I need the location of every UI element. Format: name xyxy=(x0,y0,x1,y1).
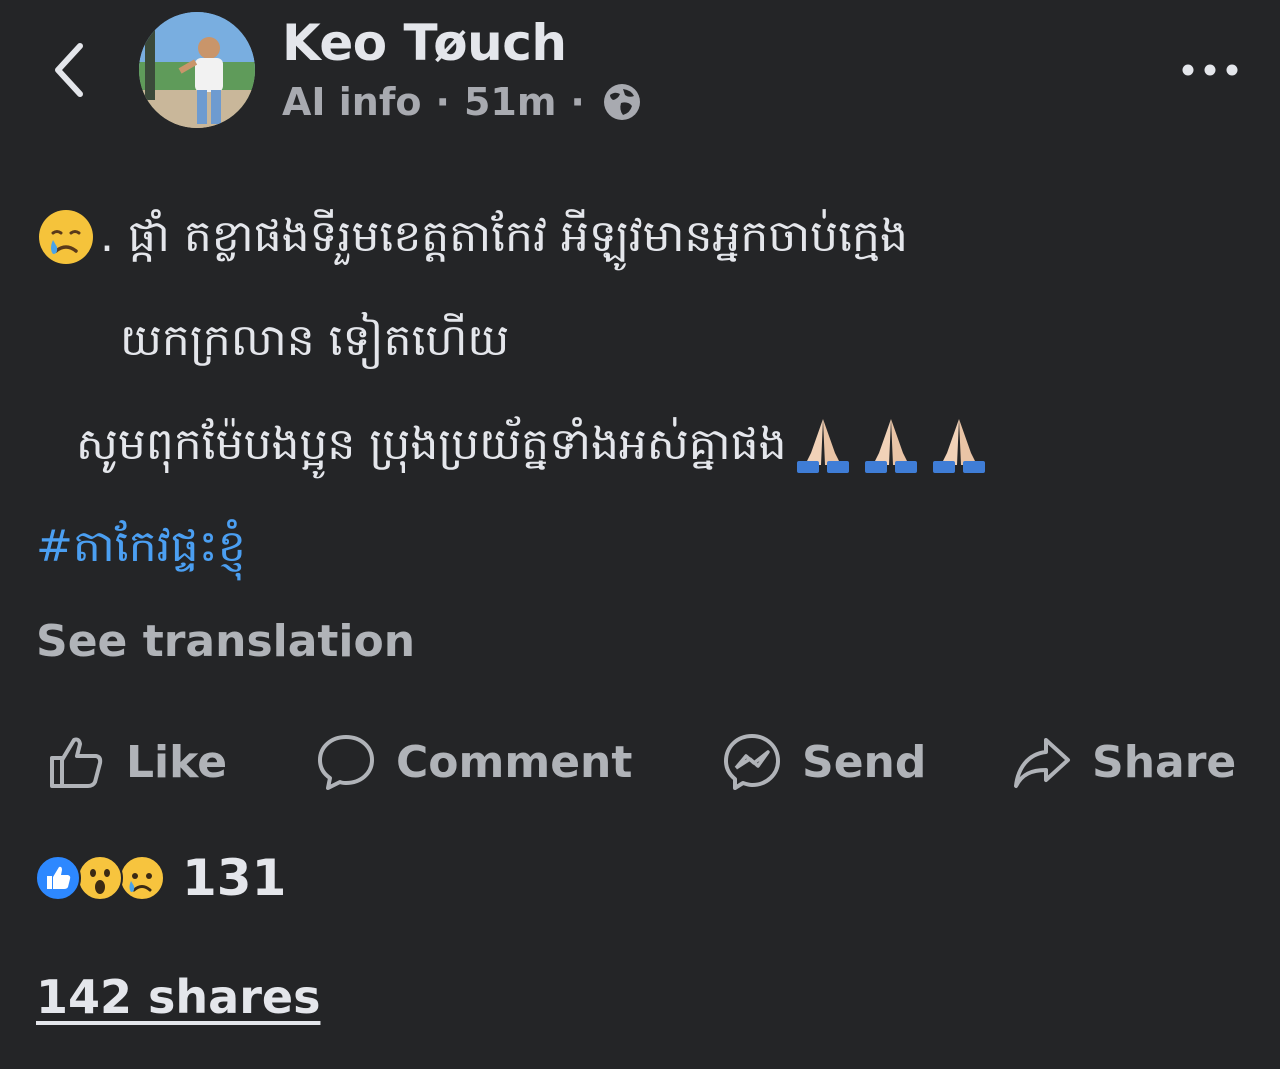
globe-icon xyxy=(603,84,640,120)
post-line: សូមពុកម៉ែបងប្អូន ប្រុងប្រយ័ត្នទាំងអស់គ្ន… xyxy=(36,393,1246,497)
wow-reaction-icon xyxy=(77,855,123,901)
reaction-count: 131 xyxy=(182,849,287,907)
author-name[interactable]: Keo Tøuch xyxy=(282,14,567,72)
reactions-summary[interactable]: 131 xyxy=(34,848,286,908)
author-avatar[interactable] xyxy=(139,12,255,128)
share-arrow-icon xyxy=(1014,738,1070,788)
post-text-line-1: ផ្កាំ តខ្លាផងទីរួមខេត្តតាកែវ អីឡូវមានអ្ន… xyxy=(127,211,908,262)
like-label: Like xyxy=(126,736,228,788)
comment-bubble-icon xyxy=(318,735,374,790)
like-reaction-icon xyxy=(35,855,81,901)
chevron-left-icon xyxy=(55,43,83,97)
meta-separator: · xyxy=(435,80,450,124)
comment-label: Comment xyxy=(396,736,633,788)
post-header: Keo Tøuch AI info · 51m · xyxy=(0,0,1280,150)
avatar-photo xyxy=(139,12,255,128)
like-button[interactable]: Like xyxy=(46,722,227,802)
send-button[interactable]: Send xyxy=(722,722,926,802)
folded-hands-emoji xyxy=(796,419,849,473)
thumbs-up-icon xyxy=(50,737,103,788)
messenger-icon xyxy=(724,734,780,790)
post-actions-bar: Like Comment Send Share xyxy=(0,722,1280,802)
more-options-button[interactable] xyxy=(1180,52,1240,88)
folded-hands-emoji xyxy=(864,419,917,473)
crying-face-emoji xyxy=(39,210,93,264)
post-line: យកក្រលាន ទៀតហើយ xyxy=(36,289,1246,393)
post-hashtag[interactable]: #តាកែវផ្ទះខ្ញុំ xyxy=(36,497,1246,597)
see-translation-link[interactable]: See translation xyxy=(36,616,415,667)
meta-separator: · xyxy=(570,80,585,124)
sad-reaction-icon xyxy=(119,855,165,901)
post-meta: AI info · 51m · xyxy=(282,80,643,124)
ellipsis-icon xyxy=(1182,64,1238,76)
folded-hands-emoji xyxy=(932,419,985,473)
share-button[interactable]: Share xyxy=(1012,722,1236,802)
send-label: Send xyxy=(802,736,927,788)
post-line-prefix: . xyxy=(100,211,128,262)
shares-count-link[interactable]: 142 shares xyxy=(36,970,320,1024)
post-line: . ផ្កាំ តខ្លាផងទីរួមខេត្តតាកែវ អីឡូវមានអ… xyxy=(36,185,1246,289)
post-body: . ផ្កាំ តខ្លាផងទីរួមខេត្តតាកែវ អីឡូវមានអ… xyxy=(36,185,1246,597)
back-button[interactable] xyxy=(44,38,104,102)
post-time[interactable]: 51m xyxy=(464,80,556,124)
post-text-line-3: សូមពុកម៉ែបងប្អូន ប្រុងប្រយ័ត្នទាំងអស់គ្ន… xyxy=(76,419,787,470)
post-text-line-2: យកក្រលាន ទៀតហើយ xyxy=(120,315,510,366)
comment-button[interactable]: Comment xyxy=(316,722,632,802)
share-label: Share xyxy=(1092,736,1237,788)
ai-info-label[interactable]: AI info xyxy=(282,80,422,124)
